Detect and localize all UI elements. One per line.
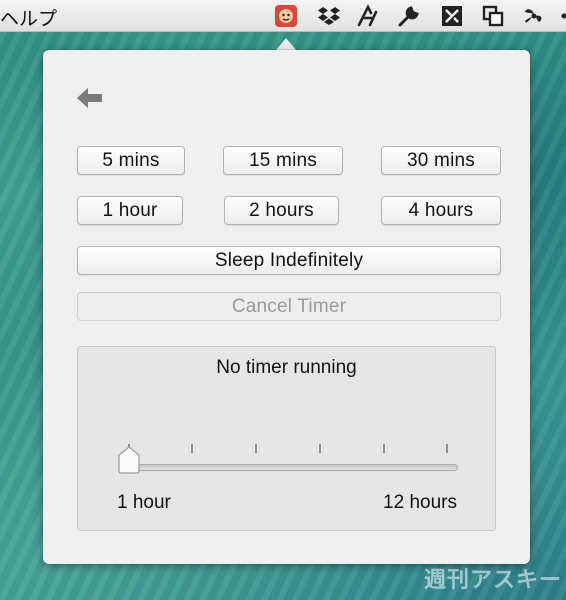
duration-button-4-hours[interactable]: 4 hours (381, 196, 501, 225)
slider-max-label: 12 hours (383, 492, 457, 513)
menu-help[interactable]: ヘルプ (0, 4, 57, 31)
timer-popover: 5 mins 15 mins 30 mins 1 hour 2 hours 4 … (43, 50, 530, 564)
menu-bar: ヘルプ (0, 0, 566, 32)
slider-tick (255, 444, 257, 453)
duration-button-5-mins[interactable]: 5 mins (77, 146, 185, 175)
slider-tick (383, 444, 385, 453)
windows-icon[interactable] (481, 4, 505, 28)
wrench-icon[interactable] (397, 4, 421, 28)
duration-button-1-hour[interactable]: 1 hour (77, 196, 183, 225)
back-arrow-icon[interactable] (76, 86, 104, 110)
duration-slider-track[interactable] (120, 464, 458, 471)
timer-status: No timer running (216, 357, 357, 378)
slider-tick (191, 444, 193, 453)
caffeine-lion-icon[interactable] (274, 4, 298, 28)
slider-tick (319, 444, 321, 453)
duration-slider-knob[interactable] (116, 445, 142, 475)
tools-icon[interactable] (440, 4, 464, 28)
watermark: 週刊アスキー (423, 568, 562, 593)
duration-button-15-mins[interactable]: 15 mins (223, 146, 343, 175)
slider-tick (446, 444, 448, 453)
fan-icon[interactable] (522, 4, 546, 28)
popover-arrow (276, 38, 296, 50)
timer-panel: No timer running 1 hour 12 hours (77, 346, 496, 531)
cancel-timer-button[interactable]: Cancel Timer (77, 292, 501, 321)
sleep-indefinitely-button[interactable]: Sleep Indefinitely (77, 246, 501, 275)
script-icon[interactable] (356, 4, 380, 28)
slider-min-label: 1 hour (117, 492, 171, 513)
duration-button-2-hours[interactable]: 2 hours (224, 196, 339, 225)
dropbox-icon[interactable] (317, 4, 341, 28)
duration-button-30-mins[interactable]: 30 mins (381, 146, 501, 175)
overflow-icon (558, 4, 566, 28)
